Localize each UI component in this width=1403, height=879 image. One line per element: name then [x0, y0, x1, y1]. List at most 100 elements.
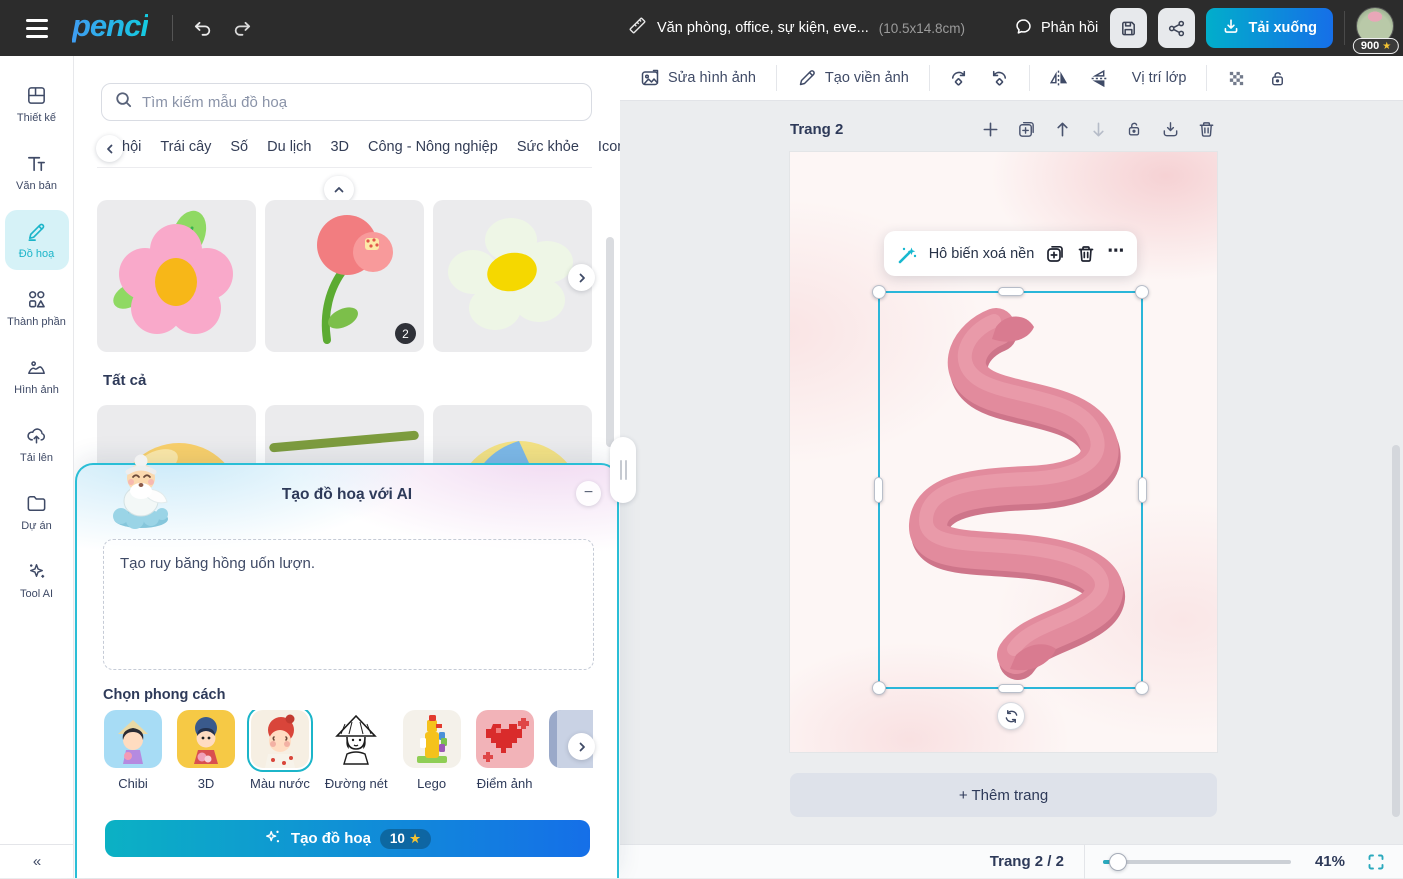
upload-cloud-icon: [25, 424, 48, 447]
more-options-button[interactable]: ⋯: [1107, 251, 1125, 257]
download-page-icon[interactable]: [1159, 118, 1181, 140]
sidebar-item-images[interactable]: Hình ảnh: [5, 342, 69, 410]
zoom-slider-track[interactable]: [1103, 860, 1291, 864]
rotate-left-icon[interactable]: [942, 62, 976, 94]
search-bar[interactable]: [101, 83, 592, 121]
graphic-thumb-tulip[interactable]: 2: [265, 200, 424, 352]
redo-icon[interactable]: [223, 8, 263, 48]
shapes-icon: [25, 288, 48, 311]
category-tab[interactable]: Trái cây: [160, 135, 211, 155]
canvas-scrollbar[interactable]: [1392, 445, 1400, 817]
lock-icon[interactable]: [1260, 62, 1294, 94]
resize-handle-s[interactable]: [998, 684, 1024, 693]
style-option-pixel[interactable]: Điểm ảnh: [476, 710, 534, 791]
zoom-slider-knob[interactable]: [1109, 853, 1127, 871]
generate-graphic-button[interactable]: Tạo đồ hoạ 10 ★: [105, 820, 590, 857]
layer-position-button[interactable]: Vị trí lớp: [1124, 64, 1195, 92]
panel-scrollbar[interactable]: [606, 237, 614, 447]
pen-icon: [797, 68, 817, 88]
sidebar-item-tool-ai[interactable]: Tool AI: [5, 546, 69, 614]
sidebar-item-uploads[interactable]: Tải lên: [5, 410, 69, 478]
save-button[interactable]: [1110, 8, 1147, 48]
category-tab[interactable]: Công - Nông nghiệp: [368, 135, 498, 155]
share-button[interactable]: [1158, 8, 1195, 48]
resize-handle-n[interactable]: [998, 287, 1024, 296]
suggestions-next-button[interactable]: [568, 264, 595, 291]
category-tab[interactable]: Du lịch: [267, 135, 311, 155]
zoom-slider[interactable]: [1103, 853, 1291, 871]
remove-background-label[interactable]: Hô biến xoá nền: [929, 246, 1035, 262]
graphic-thumb-pink-flower[interactable]: [97, 200, 256, 352]
cost-badge: 10 ★: [380, 829, 431, 849]
style-option-chibi[interactable]: Chibi: [104, 710, 162, 791]
add-page-button[interactable]: + Thêm trang: [790, 773, 1217, 817]
sidebar-item-label: Thành phần: [7, 316, 66, 328]
duplicate-page-icon[interactable]: [1015, 118, 1037, 140]
panel-drag-handle[interactable]: [610, 437, 636, 503]
flip-vertical-icon[interactable]: [1083, 62, 1117, 94]
star-icon: ★: [409, 831, 421, 847]
resize-handle-sw[interactable]: [872, 681, 886, 695]
divider: [97, 167, 592, 168]
resize-handle-e[interactable]: [1138, 477, 1147, 503]
image-icon: [25, 356, 48, 379]
create-border-label: Tạo viền ảnh: [825, 70, 909, 86]
categories-prev-button[interactable]: [96, 135, 123, 162]
variant-count-badge: 2: [395, 323, 416, 344]
collapse-suggestions-button[interactable]: [324, 176, 354, 203]
selection-box[interactable]: [878, 291, 1143, 689]
create-border-button[interactable]: Tạo viền ảnh: [789, 62, 917, 94]
status-bar: Trang 2 / 2 41%: [620, 844, 1403, 878]
collapse-sidebar-button[interactable]: «: [0, 844, 73, 878]
download-button[interactable]: Tải xuống: [1206, 8, 1333, 48]
styles-next-button[interactable]: [568, 733, 595, 760]
fullscreen-icon[interactable]: [1367, 853, 1385, 871]
flip-horizontal-icon[interactable]: [1042, 62, 1076, 94]
menu-icon[interactable]: [14, 0, 60, 56]
sidebar-item-label: Hình ảnh: [14, 384, 59, 396]
search-icon: [114, 90, 133, 114]
duplicate-icon[interactable]: [1045, 244, 1065, 264]
search-input[interactable]: [142, 94, 579, 111]
add-element-icon[interactable]: [979, 118, 1001, 140]
resize-handle-se[interactable]: [1135, 681, 1149, 695]
rotate-right-icon[interactable]: [983, 62, 1017, 94]
ruler-icon: [628, 16, 647, 40]
style-option-lineart[interactable]: Đường nét: [325, 710, 388, 791]
resize-handle-w[interactable]: [874, 477, 883, 503]
style-label: Chibi: [118, 776, 148, 791]
user-avatar[interactable]: 900 ★: [1356, 4, 1396, 52]
undo-icon[interactable]: [183, 8, 223, 48]
trash-icon[interactable]: [1076, 244, 1096, 264]
move-page-up-icon[interactable]: [1051, 118, 1073, 140]
rotate-handle[interactable]: [997, 702, 1025, 730]
page-label: Trang 2: [790, 121, 843, 138]
delete-page-icon[interactable]: [1195, 118, 1217, 140]
resize-handle-ne[interactable]: [1135, 285, 1149, 299]
sidebar-item-graphics[interactable]: Đồ hoạ: [5, 210, 69, 270]
style-option-lego[interactable]: Lego: [403, 710, 461, 791]
cost-value: 10: [390, 831, 405, 846]
style-option-3d[interactable]: 3D: [177, 710, 235, 791]
category-tab[interactable]: Icon: [598, 135, 620, 155]
document-title-group[interactable]: Văn phòng, office, sự kiện, eve... (10.5…: [628, 0, 965, 56]
sidebar-item-design[interactable]: Thiết kế: [5, 70, 69, 138]
sidebar-item-label: Đồ hoạ: [19, 248, 54, 260]
style-thumb-pixel: [476, 710, 534, 768]
sidebar-item-text[interactable]: Văn bản: [5, 138, 69, 206]
category-tab[interactable]: Số: [230, 135, 248, 155]
ai-prompt-input[interactable]: Tạo ruy băng hồng uốn lượn.: [103, 539, 594, 670]
edit-image-button[interactable]: Sửa hình ảnh: [632, 62, 764, 94]
minimize-ai-panel-button[interactable]: −: [576, 481, 601, 506]
sidebar-item-projects[interactable]: Dự án: [5, 478, 69, 546]
lock-page-icon[interactable]: [1123, 118, 1145, 140]
resize-handle-nw[interactable]: [872, 285, 886, 299]
transparency-icon[interactable]: [1219, 62, 1253, 94]
category-tab[interactable]: hội: [122, 135, 141, 155]
category-tab[interactable]: Sức khỏe: [517, 135, 579, 155]
chevron-right-icon: [576, 741, 588, 753]
style-option-watercolor[interactable]: Màu nước: [250, 710, 310, 791]
feedback-button[interactable]: Phản hồi: [1014, 0, 1098, 56]
sidebar-item-elements[interactable]: Thành phần: [5, 274, 69, 342]
category-tab[interactable]: 3D: [330, 135, 349, 155]
